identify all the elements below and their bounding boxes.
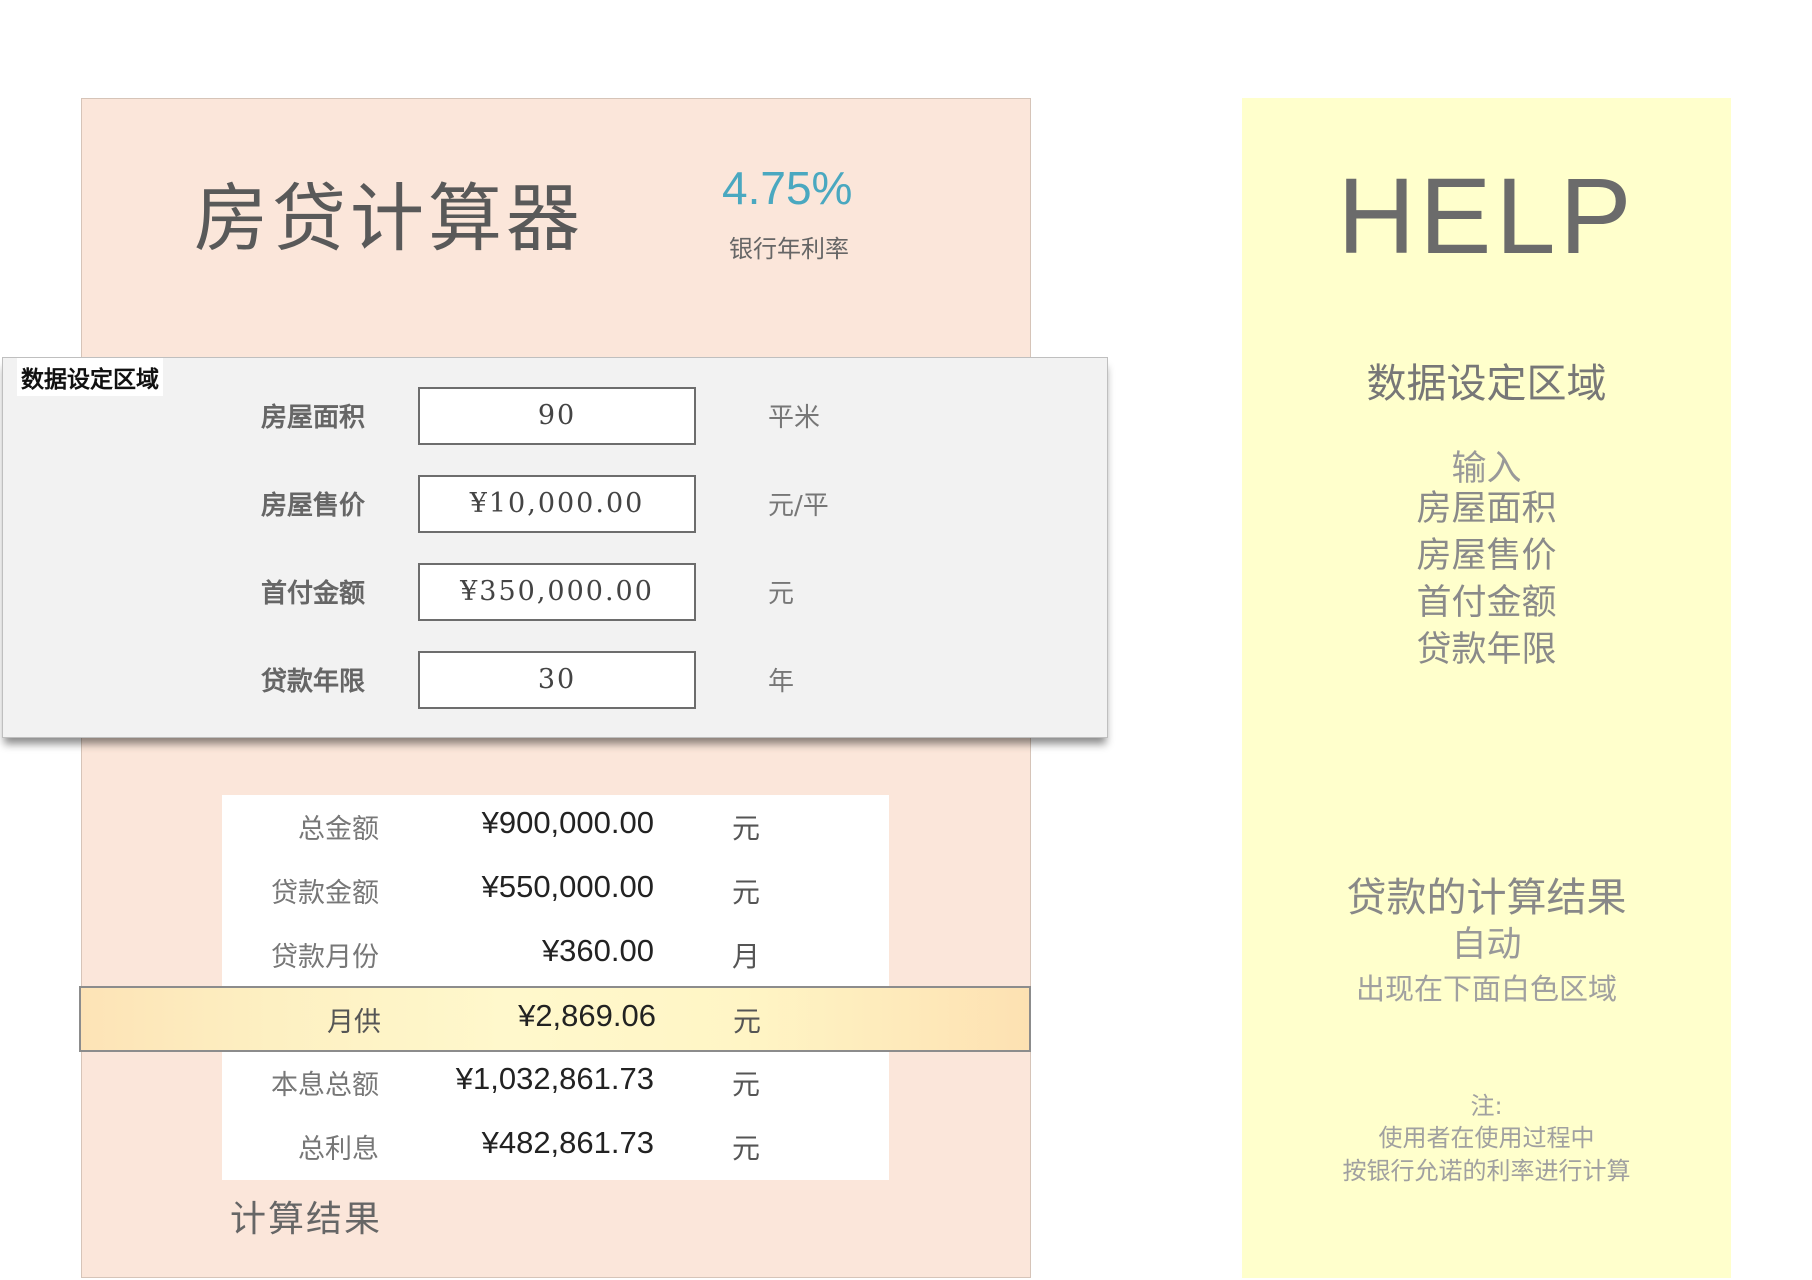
input-label: 贷款年限 (261, 667, 366, 697)
result-unit: 元 (732, 1132, 761, 1165)
input-label: 首付金额 (261, 579, 366, 609)
result-value: ¥482,861.73 (481, 1125, 654, 1160)
result-value: ¥900,000.00 (481, 805, 654, 840)
result-label: 贷款月份 (271, 942, 379, 973)
loan-years-input[interactable]: 30 (418, 651, 696, 709)
house-price-input[interactable]: ¥10,000.00 (418, 475, 696, 533)
house-area-input[interactable]: 90 (418, 387, 696, 445)
result-unit: 元 (733, 1005, 762, 1038)
help-input-item: 房屋面积 (1416, 489, 1557, 529)
result-unit: 月 (732, 940, 761, 973)
calculator-title: 房贷计算器 (194, 176, 584, 262)
help-input-verb: 输入 (1451, 449, 1522, 489)
help-input-items: 房屋面积 房屋售价 首付金额 贷款年限 (1242, 486, 1731, 674)
input-unit: 元 (768, 579, 795, 609)
help-input-item: 首付金额 (1416, 583, 1557, 623)
result-unit: 元 (732, 1068, 761, 1101)
help-input-heading: 数据设定区域 (1366, 361, 1607, 407)
down-payment-input[interactable]: ¥350,000.00 (418, 563, 696, 621)
monthly-payment-value: ¥2,869.06 (518, 998, 656, 1033)
input-row-loan-years: 贷款年限 30 年 (3, 651, 1107, 711)
result-value: ¥550,000.00 (481, 869, 654, 904)
result-unit: 元 (732, 876, 761, 909)
result-unit: 元 (732, 812, 761, 845)
bank-rate-label: 银行年利率 (729, 235, 849, 263)
help-note-title: 注: (1470, 1092, 1503, 1120)
result-row-loan-months[interactable]: 贷款月份 ¥360.00 月 (222, 923, 889, 987)
help-result-auto: 自动 (1451, 925, 1522, 965)
result-row-loan-amount[interactable]: 贷款金额 ¥550,000.00 元 (222, 859, 889, 923)
result-row-total-repayment[interactable]: 本息总额 ¥1,032,861.73 元 (222, 1051, 889, 1115)
bank-rate-value[interactable]: 4.75% (722, 161, 852, 215)
input-unit: 平米 (768, 403, 821, 433)
input-row-down-payment: 首付金额 ¥350,000.00 元 (3, 563, 1107, 623)
input-unit: 元/平 (768, 491, 829, 521)
result-label: 总金额 (298, 814, 379, 845)
input-unit: 年 (768, 667, 795, 697)
help-title: HELP (1337, 155, 1636, 276)
input-row-price: 房屋售价 ¥10,000.00 元/平 (3, 475, 1107, 535)
result-value: ¥360.00 (541, 933, 654, 968)
result-label: 本息总额 (271, 1070, 379, 1101)
help-note-line: 按银行允诺的利率进行计算 (1342, 1157, 1631, 1185)
results-caption: 计算结果 (230, 1199, 383, 1240)
input-label: 房屋售价 (261, 491, 366, 521)
help-result-heading: 贷款的计算结果 (1346, 875, 1627, 921)
input-label: 房屋面积 (261, 403, 366, 433)
result-value: ¥1,032,861.73 (455, 1061, 654, 1096)
help-panel: HELP 数据设定区域 输入 房屋面积 房屋售价 首付金额 贷款年限 贷款的计算… (1242, 98, 1731, 1278)
help-note-line: 使用者在使用过程中 (1378, 1124, 1595, 1152)
input-row-area: 房屋面积 90 平米 (3, 387, 1107, 447)
result-label: 总利息 (298, 1134, 379, 1165)
result-row-monthly-payment[interactable]: 月供 ¥2,869.06 元 (79, 986, 1031, 1052)
result-label: 贷款金额 (271, 878, 379, 909)
result-row-total-amount[interactable]: 总金额 ¥900,000.00 元 (222, 795, 889, 859)
help-input-item: 房屋售价 (1416, 536, 1557, 576)
data-input-region: 数据设定区域 房屋面积 90 平米 房屋售价 ¥10,000.00 元/平 首付… (2, 357, 1108, 738)
help-result-location: 出现在下面白色区域 (1355, 972, 1617, 1006)
result-row-total-interest[interactable]: 总利息 ¥482,861.73 元 (222, 1115, 889, 1179)
help-input-item: 贷款年限 (1416, 630, 1557, 670)
